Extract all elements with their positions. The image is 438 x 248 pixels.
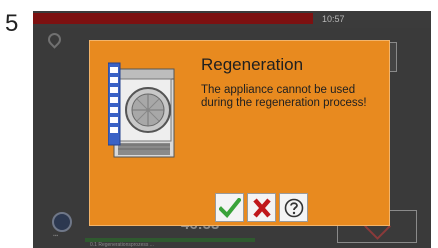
appliance-icon (107, 61, 178, 163)
status-bar: 10:57 (33, 11, 431, 28)
step-number: 5 (5, 10, 19, 37)
status-progress-bar (33, 13, 313, 24)
check-icon (218, 197, 241, 218)
location-pin-icon (45, 30, 64, 49)
question-icon (284, 198, 303, 217)
clock: 10:57 (322, 14, 345, 24)
dialog-message: The appliance cannot be used during the … (201, 84, 367, 109)
background-progress-text: 0.1 Regenerationsprozess ... (90, 242, 154, 248)
confirm-button[interactable] (215, 193, 244, 222)
settings-icon (52, 212, 72, 232)
device-screen: 10:57 ▪▪▪ 46:53 0.1 Regenerationsprozess… (33, 11, 431, 248)
background-label: ▪▪▪ (53, 233, 59, 239)
x-icon (252, 198, 271, 217)
regeneration-dialog: Regeneration The appliance cannot be use… (89, 40, 390, 226)
cancel-button[interactable] (247, 193, 276, 222)
help-button[interactable] (279, 193, 308, 222)
dialog-title: Regeneration (201, 55, 304, 74)
